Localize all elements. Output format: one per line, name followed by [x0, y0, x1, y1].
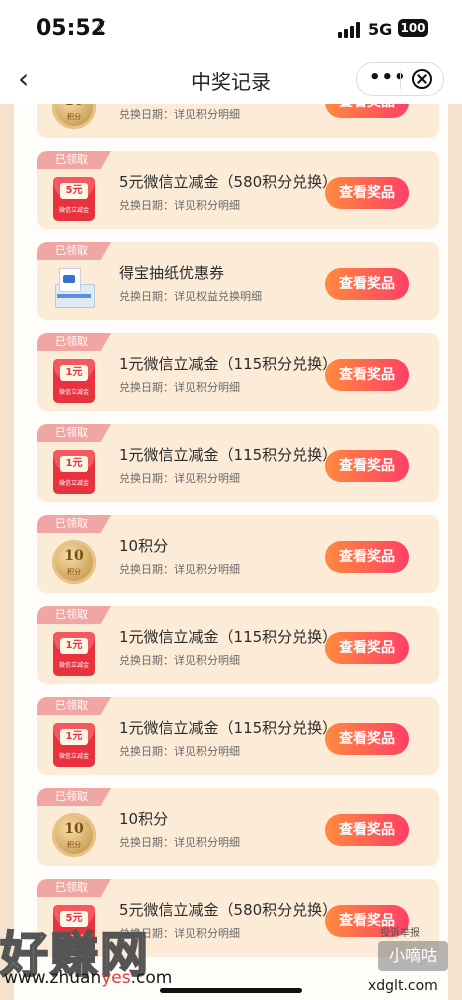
record-card: 已领取 1元 微信立减金 1元微信立减金（115积分兑换） 兑换日期：详见积分明细 查看奖…	[37, 333, 439, 411]
record-card: 已领取 1元 微信立减金 1元微信立减金（115积分兑换） 兑换日期：详见积分明细 查看奖…	[37, 697, 439, 775]
record-date: 兑换日期：详见权益兑换明细	[119, 290, 262, 303]
record-name: 10积分	[119, 537, 169, 555]
view-prize-button[interactable]: 查看奖品	[325, 104, 409, 118]
capsule-divider	[400, 71, 401, 89]
record-card: 10积分 兑换日期：详见积分明细 查看奖品	[37, 104, 439, 138]
battery-icon: 100	[398, 19, 428, 37]
record-name: 5元微信立减金（580积分兑换）	[119, 173, 338, 191]
red-envelope-icon: 1元 微信立减金	[51, 719, 97, 769]
claimed-tag: 已领取	[37, 333, 111, 351]
points-coin-icon: 10积分	[51, 104, 97, 132]
record-name: 5元微信立减金（580积分兑换）	[119, 901, 338, 919]
record-card: 已领取 5元 微信立减金 5元微信立减金（580积分兑换） 兑换日期：详见积分明细 查看奖…	[37, 151, 439, 229]
watermark-badge: 小嘀咕	[378, 941, 448, 971]
record-name: 10积分	[119, 810, 169, 828]
claimed-tag: 已领取	[37, 242, 111, 260]
tissue-pack-icon	[51, 264, 97, 314]
view-prize-button[interactable]: 查看奖品	[325, 450, 409, 482]
claimed-tag: 已领取	[37, 151, 111, 169]
view-prize-button[interactable]: 查看奖品	[325, 177, 409, 209]
record-date: 兑换日期：详见积分明细	[119, 563, 240, 576]
record-card: 已领取 10 积分 10积分兑换日期：详见积分明细 查看奖品	[37, 515, 439, 593]
home-indicator	[160, 988, 302, 993]
points-coin-icon: 10积分	[51, 537, 97, 587]
claimed-tag: 已领取	[37, 697, 111, 715]
report-link[interactable]: 投诉举报	[380, 924, 420, 939]
claimed-tag: 已领取	[37, 515, 111, 533]
record-date: 兑换日期：详见积分明细	[119, 745, 240, 758]
claimed-tag: 已领取	[37, 788, 111, 806]
record-card: 已领取 1元 微信立减金 1元微信立减金（115积分兑换） 兑换日期：详见积分明细 查看奖…	[37, 424, 439, 502]
record-date: 兑换日期：详见积分明细	[119, 108, 240, 121]
record-name: 1元微信立减金（115积分兑换）	[119, 355, 338, 373]
network-type: 5G	[368, 20, 393, 39]
record-date: 兑换日期：详见积分明细	[119, 381, 240, 394]
nav-bar: ‹ 中奖记录 •••	[0, 56, 462, 104]
red-envelope-icon: 5元 微信立减金	[51, 173, 97, 223]
close-icon[interactable]	[412, 69, 432, 89]
record-name: 得宝抽纸优惠券	[119, 264, 225, 282]
record-card: 已领取 1元 微信立减金 1元微信立减金（115积分兑换） 兑换日期：详见积分明细 查看奖…	[37, 606, 439, 684]
watermark-domain: xdglt.com	[368, 978, 438, 994]
record-date: 兑换日期：详见积分明细	[119, 472, 240, 485]
signal-icon	[338, 22, 360, 38]
record-date: 兑换日期：详见积分明细	[119, 654, 240, 667]
view-prize-button[interactable]: 查看奖品	[325, 359, 409, 391]
red-envelope-icon: 1元 微信立减金	[51, 355, 97, 405]
record-date: 兑换日期：详见积分明细	[119, 836, 240, 849]
view-prize-button[interactable]: 查看奖品	[325, 723, 409, 755]
watermark-url: www.zhuanyes.com	[4, 968, 173, 988]
record-card: 已领取 得宝抽纸优惠券兑换日期：详见权益兑换明细 查看奖品	[37, 242, 439, 320]
points-coin-icon: 10积分	[51, 810, 97, 860]
view-prize-button[interactable]: 查看奖品	[325, 268, 409, 300]
view-prize-button[interactable]: 查看奖品	[325, 814, 409, 846]
record-name: 1元微信立减金（115积分兑换）	[119, 628, 338, 646]
red-envelope-icon: 1元 微信立减金	[51, 446, 97, 496]
view-prize-button[interactable]: 查看奖品	[325, 632, 409, 664]
record-card: 已领取 10 积分 10积分兑换日期：详见积分明细 查看奖品	[37, 788, 439, 866]
red-envelope-icon: 1元 微信立减金	[51, 628, 97, 678]
record-date: 兑换日期：详见积分明细	[119, 199, 240, 212]
record-list: 10积分兑换日期：详见积分明细查看奖品已领取5元微信立减金5元微信立减金（580…	[14, 104, 448, 1000]
claimed-tag: 已领取	[37, 424, 111, 442]
miniprogram-capsule: •••	[356, 62, 444, 96]
record-name: 1元微信立减金（115积分兑换）	[119, 446, 338, 464]
status-bar: 05:52 ☾ 5G 100	[0, 0, 462, 56]
moon-icon: ☾	[96, 18, 113, 39]
view-prize-button[interactable]: 查看奖品	[325, 541, 409, 573]
record-name: 1元微信立减金（115积分兑换）	[119, 719, 338, 737]
claimed-tag: 已领取	[37, 606, 111, 624]
claimed-tag: 已领取	[37, 879, 111, 897]
